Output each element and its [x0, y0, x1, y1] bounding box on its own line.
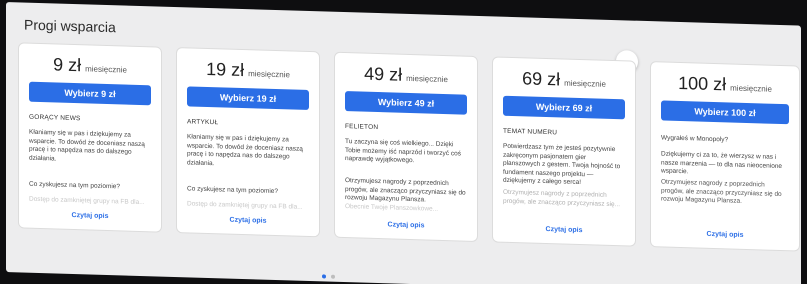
tier-question: Dziękujemy ci za to, że wierzysz w nas i… [661, 150, 783, 176]
tier-card-9: 9 zł miesięcznie Wybierz 9 zł GORĄCY NEWS… [18, 42, 162, 233]
tier-card-49: 49 zł miesięcznie Wybierz 49 zł FELIETON … [334, 51, 478, 243]
tier-amount: 49 zł [364, 63, 403, 85]
select-49-button[interactable]: Wybierz 49 zł [345, 91, 467, 115]
tier-amount: 69 zł [522, 68, 561, 90]
tier-description: Kłaniamy się w pas i dziękujemy za wspar… [29, 128, 145, 162]
tier-name: GORĄCY NEWS [29, 113, 81, 123]
tier-card-19: 19 zł miesięcznie Wybierz 19 zł ARTYKUŁ K… [176, 47, 320, 238]
tier-faded-text: Dostęp do zamkniętej grupy na FB dla... [187, 200, 303, 211]
tier-faded-text: Dostęp do zamkniętej grupy na FB dla... [29, 195, 145, 207]
screen: Progi wsparcia ← → 9 złmiesięcznie Wybie… [0, 0, 807, 284]
tier-price: 49 zł miesięcznie [335, 63, 477, 88]
tier-price: 69 zł miesięcznie [493, 67, 635, 92]
tier-card-100: 100 zł miesięcznie Wybierz 100 zł Wygrałe… [650, 61, 800, 252]
pagination-dot[interactable] [331, 274, 335, 279]
tier-period: miesięcznie [730, 83, 772, 94]
tier-price: 9 zł miesięcznie [19, 53, 161, 78]
select-19-button[interactable]: Wybierz 19 zł [187, 86, 309, 110]
tier-period: miesięcznie [406, 73, 448, 85]
tier-price: 100 zł miesięcznie [651, 72, 799, 97]
tier-description: Potwierdzasz tym że jesteś pozytywnie za… [503, 142, 621, 187]
tier-amount: 9 zł [53, 54, 82, 76]
tier-name: FELIETON [345, 123, 379, 132]
tier-period: miesięcznie [248, 69, 290, 80]
tier-description: Wygrałeś w Monopoly? [661, 134, 729, 144]
read-more-link[interactable]: Czytaj opis [19, 210, 161, 221]
carousel-pagination [322, 274, 335, 279]
tier-name: ARTYKUŁ [187, 118, 219, 127]
tier-extra-text: Otrzymujesz nagrody z poprzednich progów… [661, 178, 782, 205]
select-9-button[interactable]: Wybierz 9 zł [29, 81, 151, 106]
tier-question: Otrzymujesz nagrody z poprzednich progów… [503, 188, 621, 208]
tier-question: Otrzymujesz nagrody z poprzednich progów… [345, 177, 466, 204]
select-100-button[interactable]: Wybierz 100 zł [661, 100, 789, 125]
tier-description: Tu zaczyna się coś wielkiego... Dzięki T… [345, 138, 461, 165]
tier-card-69: 69 zł miesięcznie Wybierz 69 zł TEMAT NUM… [492, 56, 636, 247]
select-69-button[interactable]: Wybierz 69 zł [503, 95, 625, 120]
support-tiers-panel: Progi wsparcia ← → 9 złmiesięcznie Wybie… [6, 2, 801, 284]
read-more-link[interactable]: Czytaj opis [335, 220, 477, 231]
read-more-link[interactable]: Czytaj opis [493, 224, 635, 235]
tier-faded-text [503, 213, 625, 217]
tier-question: Co zyskujesz na tym poziomie? [187, 185, 279, 196]
tier-period: miesięcznie [564, 78, 606, 89]
tier-name: TEMAT NUMERU [503, 127, 558, 137]
tier-amount: 100 zł [678, 72, 727, 95]
read-more-link[interactable]: Czytaj opis [177, 215, 319, 226]
read-more-link[interactable]: Czytaj opis [651, 229, 799, 240]
section-title: Progi wsparcia [24, 16, 116, 36]
pagination-dot-active[interactable] [322, 274, 326, 279]
tier-question: Co zyskujesz na tym poziomie? [29, 180, 121, 191]
tier-amount: 19 zł [206, 58, 245, 81]
tier-description: Kłaniamy się w pas i dziękujemy za wspar… [187, 133, 303, 167]
tier-period: miesięcznie [85, 64, 127, 75]
tier-price: 19 zł miesięcznie [177, 58, 319, 83]
